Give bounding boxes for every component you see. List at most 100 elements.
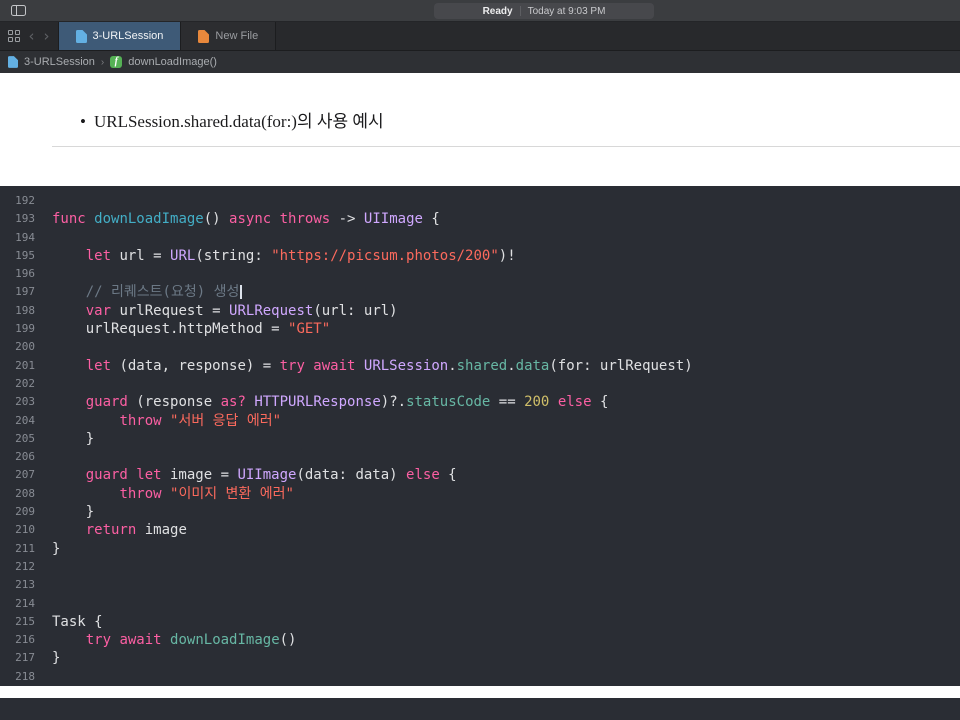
code-line[interactable]: let url = URL(string: "https://picsum.ph… xyxy=(52,247,960,265)
line-number[interactable]: 205 xyxy=(0,430,35,448)
code-line[interactable]: throw "서버 응답 에러" xyxy=(52,412,960,430)
line-number[interactable]: 197 xyxy=(0,283,35,301)
code-line[interactable] xyxy=(52,558,960,576)
status-ready-label: Ready xyxy=(483,6,513,17)
nav-controls: ‹ › xyxy=(0,22,59,50)
code-line[interactable] xyxy=(52,265,960,283)
rendered-markup-block-bottom xyxy=(0,686,960,698)
code-line[interactable]: let (data, response) = try await URLSess… xyxy=(52,357,960,375)
line-number[interactable]: 213 xyxy=(0,576,35,594)
line-number[interactable]: 204 xyxy=(0,412,35,430)
code-line[interactable]: var urlRequest = URLRequest(url: url) xyxy=(52,302,960,320)
line-number[interactable]: 202 xyxy=(0,375,35,393)
line-number[interactable]: 199 xyxy=(0,320,35,338)
code-token: "이미지 변환 에러" xyxy=(170,486,294,502)
code-line[interactable] xyxy=(52,338,960,356)
line-number[interactable]: 214 xyxy=(0,595,35,613)
code-token: guard xyxy=(86,394,128,410)
code-token: else xyxy=(406,467,440,483)
code-token xyxy=(52,522,86,538)
line-number[interactable]: 216 xyxy=(0,631,35,649)
code-line[interactable] xyxy=(52,375,960,393)
tab-3-urlsession[interactable]: 3-URLSession xyxy=(59,22,182,50)
line-number[interactable]: 203 xyxy=(0,393,35,411)
tab-new-file[interactable]: New File xyxy=(181,22,276,50)
code-token: )?. xyxy=(381,394,406,410)
line-number[interactable]: 201 xyxy=(0,357,35,375)
line-number[interactable]: 194 xyxy=(0,229,35,247)
code-line[interactable]: guard let image = UIImage(data: data) el… xyxy=(52,466,960,484)
code-token: try xyxy=(86,632,111,648)
code-line[interactable]: } xyxy=(52,503,960,521)
code-token: == xyxy=(490,394,524,410)
line-number[interactable]: 211 xyxy=(0,540,35,558)
code-token: (response xyxy=(128,394,221,410)
code-lines: func downLoadImage() async throws -> UII… xyxy=(35,186,960,686)
grid-icon xyxy=(8,30,20,42)
code-token: urlRequest = xyxy=(111,303,229,319)
code-line[interactable] xyxy=(52,668,960,686)
line-number[interactable]: 200 xyxy=(0,338,35,356)
code-token: data xyxy=(516,358,550,374)
code-token: . xyxy=(448,358,456,374)
code-area[interactable]: 1921931941951961971981992002012022032042… xyxy=(0,186,960,686)
breadcrumb-symbol[interactable]: downLoadImage() xyxy=(128,56,217,68)
line-number[interactable]: 208 xyxy=(0,485,35,503)
function-badge-icon: f xyxy=(110,56,122,68)
go-forward-button[interactable]: › xyxy=(44,29,50,44)
markup-divider xyxy=(52,146,960,147)
code-token xyxy=(52,394,86,410)
editor: • URLSession.shared.data(for:)의 사용 예시 19… xyxy=(0,73,960,698)
code-line[interactable]: } xyxy=(52,540,960,558)
go-back-button[interactable]: ‹ xyxy=(29,29,35,44)
code-line[interactable] xyxy=(52,229,960,247)
code-line[interactable]: throw "이미지 변환 에러" xyxy=(52,485,960,503)
code-token: guard let xyxy=(86,467,162,483)
code-token: HTTPURLResponse xyxy=(254,394,380,410)
code-token: return xyxy=(86,522,137,538)
tabs: 3-URLSession New File xyxy=(59,22,277,50)
code-token xyxy=(52,486,119,502)
line-number[interactable]: 212 xyxy=(0,558,35,576)
code-line[interactable]: Task { xyxy=(52,613,960,631)
code-token: await xyxy=(119,632,161,648)
line-number[interactable]: 215 xyxy=(0,613,35,631)
code-token xyxy=(355,358,363,374)
line-number[interactable]: 217 xyxy=(0,649,35,667)
code-line[interactable] xyxy=(52,192,960,210)
breadcrumb-project[interactable]: 3-URLSession xyxy=(24,56,95,68)
line-number[interactable]: 210 xyxy=(0,521,35,539)
code-line[interactable]: guard (response as? HTTPURLResponse)?.st… xyxy=(52,393,960,411)
code-token xyxy=(162,632,170,648)
line-number[interactable]: 192 xyxy=(0,192,35,210)
code-line[interactable]: urlRequest.httpMethod = "GET" xyxy=(52,320,960,338)
line-number[interactable]: 218 xyxy=(0,668,35,686)
line-number[interactable]: 195 xyxy=(0,247,35,265)
line-number[interactable]: 198 xyxy=(0,302,35,320)
code-line[interactable]: } xyxy=(52,649,960,667)
line-number[interactable]: 196 xyxy=(0,265,35,283)
code-token: var xyxy=(86,303,111,319)
code-line[interactable] xyxy=(52,448,960,466)
code-line[interactable] xyxy=(52,576,960,594)
code-token xyxy=(52,413,119,429)
tab-bar: ‹ › 3-URLSession New File xyxy=(0,22,960,51)
code-token: statusCode xyxy=(406,394,490,410)
line-number[interactable]: 209 xyxy=(0,503,35,521)
code-line[interactable]: // 리퀘스트(요청) 생성 xyxy=(52,283,960,301)
code-line[interactable]: func downLoadImage() async throws -> UII… xyxy=(52,210,960,228)
line-number[interactable]: 207 xyxy=(0,466,35,484)
line-number[interactable]: 193 xyxy=(0,210,35,228)
swift-file-icon xyxy=(198,30,209,43)
code-token: } xyxy=(52,541,60,557)
line-number[interactable]: 206 xyxy=(0,448,35,466)
code-token: throw xyxy=(119,486,161,502)
code-line[interactable]: try await downLoadImage() xyxy=(52,631,960,649)
code-line[interactable] xyxy=(52,595,960,613)
code-token: URLSession xyxy=(364,358,448,374)
code-line[interactable]: } xyxy=(52,430,960,448)
code-line[interactable]: return image xyxy=(52,521,960,539)
toggle-navigator-button[interactable] xyxy=(9,3,28,18)
tab-overview-button[interactable] xyxy=(8,30,20,42)
tab-label: 3-URLSession xyxy=(93,30,164,42)
